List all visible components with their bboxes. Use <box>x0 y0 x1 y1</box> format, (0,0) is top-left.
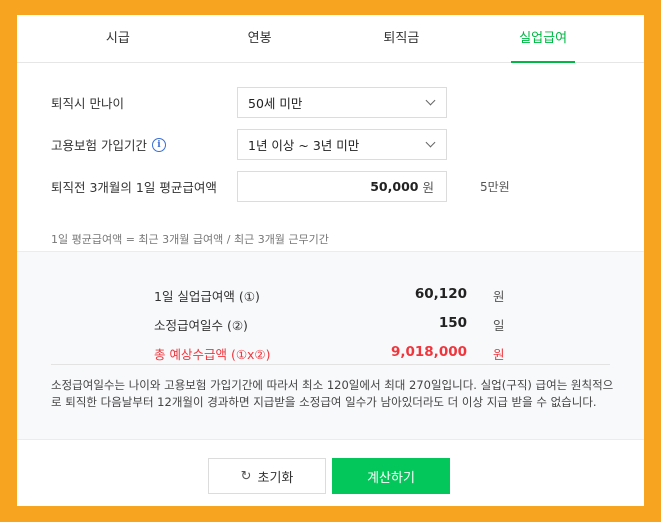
tab-hourly[interactable]: 시급 <box>86 15 150 62</box>
reset-button[interactable]: ↻ 초기화 <box>208 458 326 494</box>
wage-value: 50,000 <box>370 179 419 194</box>
calculate-button-label: 계산하기 <box>367 470 415 486</box>
calculate-button[interactable]: 계산하기 <box>332 458 450 494</box>
refresh-icon: ↻ <box>240 468 252 484</box>
benefit-note: 소정급여일수는 나이와 고용보험 가입기간에 따라서 최소 120일에서 최대 … <box>51 378 614 409</box>
total-benefit-value: 9,018,000 <box>390 344 467 360</box>
tab-annual-salary[interactable]: 연봉 <box>228 15 292 62</box>
total-benefit-label: 총 예상수급액 (①x②) <box>154 347 271 362</box>
info-icon[interactable]: i <box>151 137 166 152</box>
wage-helper-text: 5만원 <box>480 180 510 194</box>
tab-bar: 시급 연봉 퇴직금 실업급여 <box>17 15 644 63</box>
age-label: 퇴직시 만나이 <box>51 96 124 111</box>
button-bar: ↻ 초기화 계산하기 <box>17 439 644 506</box>
formula-text: 1일 평균급여액 = 최근 3개월 급여액 / 최근 3개월 근무기간 <box>51 233 329 246</box>
age-row: 퇴직시 만나이 50세 미만 <box>51 87 447 118</box>
result-divider <box>51 364 610 365</box>
age-select[interactable]: 50세 미만 <box>237 87 447 118</box>
chevron-down-icon <box>425 95 436 106</box>
benefit-days-value: 150 <box>438 315 467 331</box>
age-select-value: 50세 미만 <box>248 96 303 111</box>
daily-benefit-value: 60,120 <box>414 286 467 302</box>
daily-benefit-label: 1일 실업급여액 (①) <box>154 289 260 304</box>
daily-benefit-unit: 원 <box>493 289 505 304</box>
wage-row: 퇴직전 3개월의 1일 평균급여액 50,000 원 5만원 <box>51 171 510 202</box>
total-benefit-unit: 원 <box>493 347 505 362</box>
benefit-days-unit: 일 <box>493 318 505 333</box>
insurance-row: 고용보험 가입기간 i 1년 이상 ~ 3년 미만 <box>51 129 447 160</box>
result-panel: 1일 실업급여액 (①) 60,120 원 소정급여일수 (②) 150 일 총… <box>17 251 644 439</box>
wage-unit: 원 <box>422 180 434 195</box>
wage-label: 퇴직전 3개월의 1일 평균급여액 <box>51 180 217 195</box>
input-form: 퇴직시 만나이 50세 미만 고용보험 가입기간 i 1년 이상 ~ 3년 미만… <box>17 63 644 251</box>
insurance-label: 고용보험 가입기간 <box>51 138 147 153</box>
benefit-days-label: 소정급여일수 (②) <box>154 318 248 333</box>
tab-severance[interactable]: 퇴직금 <box>369 15 433 62</box>
average-wage-input[interactable]: 50,000 원 <box>237 171 447 202</box>
insurance-select-value: 1년 이상 ~ 3년 미만 <box>248 138 360 153</box>
insurance-label-wrap: 고용보험 가입기간 i <box>51 135 237 154</box>
chevron-down-icon <box>425 137 436 148</box>
tab-unemployment-benefit[interactable]: 실업급여 <box>511 15 576 63</box>
insurance-period-select[interactable]: 1년 이상 ~ 3년 미만 <box>237 129 447 160</box>
reset-button-label: 초기화 <box>257 470 294 486</box>
calculator-card: 시급 연봉 퇴직금 실업급여 퇴직시 만나이 50세 미만 고용보험 가입기간 … <box>17 15 644 506</box>
